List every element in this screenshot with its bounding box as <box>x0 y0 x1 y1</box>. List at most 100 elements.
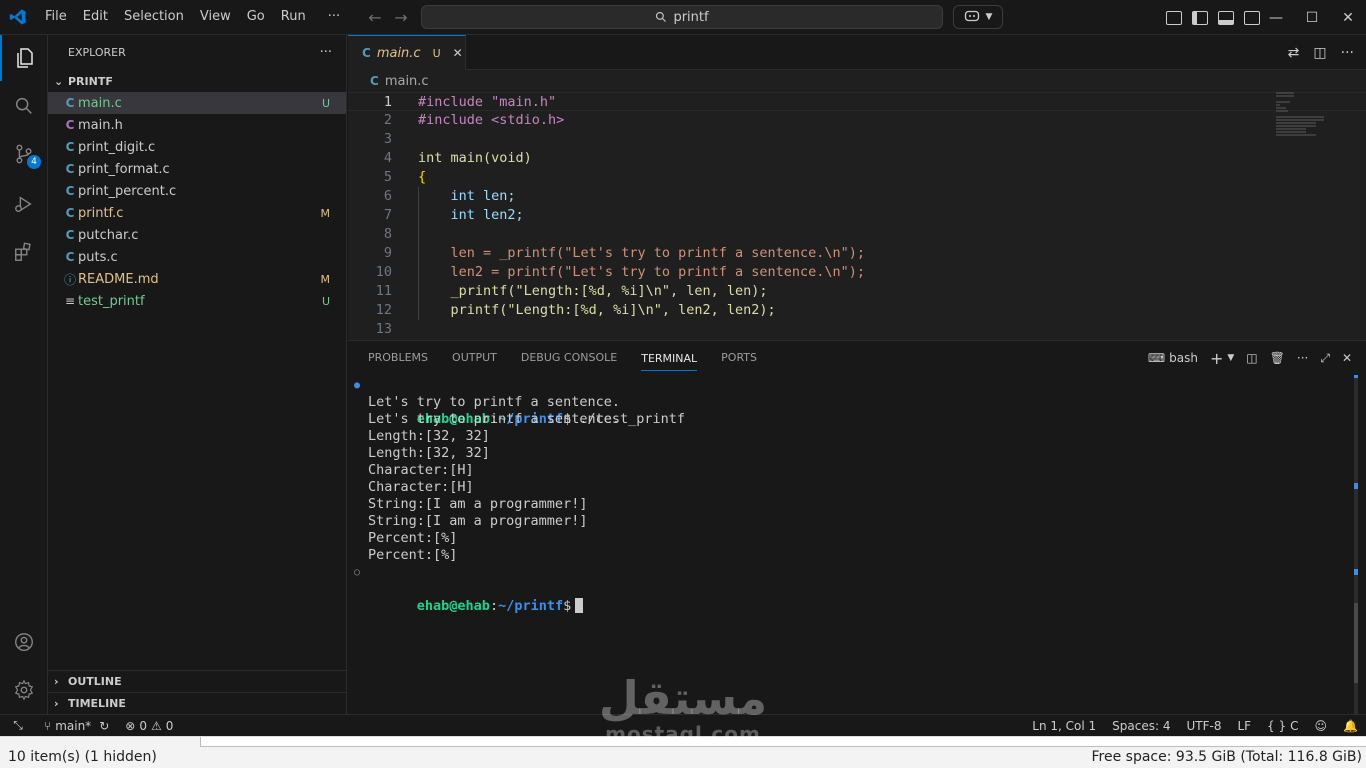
source-control-icon[interactable]: 4 <box>0 131 48 177</box>
encoding[interactable]: UTF-8 <box>1178 719 1229 733</box>
tab-main-c[interactable]: C main.c U ✕ <box>348 35 466 70</box>
timeline-section[interactable]: › TIMELINE <box>48 692 347 714</box>
chevron-down-icon[interactable]: ▼ <box>1227 353 1234 363</box>
code-text: _printf("Length:[%d, %i]\n", len, len); <box>418 283 768 299</box>
sync-icon[interactable]: ↻ <box>99 719 109 733</box>
minimap[interactable] <box>1276 91 1326 151</box>
code-text: int len; <box>418 188 516 204</box>
language-mode[interactable]: { } C <box>1259 719 1306 733</box>
cursor-position[interactable]: Ln 1, Col 1 <box>1024 719 1104 733</box>
terminal-output-line: Percent:[%] <box>368 547 458 563</box>
file-item-main-h[interactable]: C main.h <box>48 114 346 136</box>
file-item-main-c[interactable]: C main.c U <box>48 92 346 114</box>
menu-file[interactable]: File <box>37 6 75 28</box>
copilot-status-icon[interactable]: ☺ <box>1307 719 1336 733</box>
more-actions-icon[interactable]: ··· <box>1297 351 1308 365</box>
copilot-button[interactable]: ▼ <box>953 5 1003 29</box>
terminal-command-line: ● ehab@ehab:~/printf$ ./test_printf <box>354 377 685 427</box>
toggle-primary-sidebar-icon[interactable] <box>1192 10 1208 25</box>
c-file-icon: C <box>65 206 75 220</box>
file-item-test-printf[interactable]: ≡ test_printf U <box>48 290 346 312</box>
c-file-icon: C <box>362 46 371 60</box>
code-line: 6 int len; <box>348 187 1366 206</box>
nav-back-icon[interactable]: ← <box>362 8 388 27</box>
split-terminal-icon[interactable]: ◫ <box>1246 351 1257 365</box>
accounts-icon[interactable] <box>0 619 48 665</box>
c-file-icon: C <box>65 118 75 132</box>
customize-layout-icon[interactable] <box>1166 10 1182 25</box>
file-item-print-digit-c[interactable]: C print_digit.c <box>48 136 346 158</box>
menu-selection[interactable]: Selection <box>116 6 192 28</box>
tab-debug-console[interactable]: DEBUG CONSOLE <box>521 341 617 375</box>
close-icon[interactable]: ✕ <box>453 46 463 60</box>
code-editor[interactable]: 1 #include "main.h" 2 #include <stdio.h>… <box>348 92 1366 340</box>
menu-run[interactable]: Run <box>273 6 314 28</box>
line-number: 7 <box>383 207 392 223</box>
command-center-search[interactable]: printf <box>421 5 943 29</box>
tab-label: main.c <box>376 45 421 61</box>
more-actions-icon[interactable]: ··· <box>1341 45 1354 61</box>
maximize-panel-icon[interactable]: ⤢ <box>1320 351 1330 366</box>
file-item-puts-c[interactable]: C puts.c <box>48 246 346 268</box>
problems-indicator[interactable]: ⊗ 0 ⚠ 0 <box>117 719 181 733</box>
terminal-shell-label[interactable]: bash <box>1169 351 1198 365</box>
tab-ports[interactable]: PORTS <box>721 341 757 375</box>
folder-header[interactable]: ⌄ PRINTF <box>48 70 346 92</box>
menu-bar: File Edit Selection View Go Run ··· <box>37 6 348 28</box>
maximize-icon[interactable]: ☐ <box>1294 10 1330 26</box>
file-item-readme-md[interactable]: ⓘ README.md M <box>48 268 346 290</box>
editor-tabs: C main.c U ✕ ⇄ ◫ ··· <box>348 35 1366 70</box>
file-item-print-format-c[interactable]: C print_format.c <box>48 158 346 180</box>
menu-edit[interactable]: Edit <box>75 6 116 28</box>
tab-terminal[interactable]: TERMINAL <box>641 345 698 371</box>
trash-icon[interactable]: 🗑 <box>1270 351 1285 365</box>
split-editor-icon[interactable]: ◫ <box>1313 45 1326 61</box>
close-panel-icon[interactable]: ✕ <box>1342 351 1352 365</box>
git-branch-icon: ⑂ <box>44 718 52 733</box>
prompt-user: ehab@ehab <box>416 598 490 614</box>
outline-section[interactable]: › OUTLINE <box>48 670 347 692</box>
manage-gear-icon[interactable] <box>0 667 48 713</box>
c-file-icon: C <box>65 162 75 176</box>
explorer-icon[interactable] <box>0 35 48 81</box>
remote-indicator-icon[interactable]: ⤡ <box>0 718 36 733</box>
file-item-print-percent-c[interactable]: C print_percent.c <box>48 180 346 202</box>
code-text: printf("Length:[%d, %i]\n", len2, len2); <box>418 302 776 318</box>
file-item-printf-c[interactable]: C printf.c M <box>48 202 346 224</box>
editor-actions: ⇄ ◫ ··· <box>1288 35 1354 70</box>
notifications-bell-icon[interactable]: 🔔 <box>1335 719 1366 733</box>
menu-view[interactable]: View <box>192 6 239 28</box>
minimize-icon[interactable]: — <box>1258 10 1294 26</box>
code-text: { <box>418 169 427 185</box>
nav-forward-icon[interactable]: → <box>388 8 414 27</box>
tab-output[interactable]: OUTPUT <box>452 341 497 375</box>
c-file-icon: C <box>370 74 379 88</box>
command-success-dot-icon: ● <box>354 380 361 391</box>
explorer-more-icon[interactable]: ··· <box>320 45 332 60</box>
compare-changes-icon[interactable]: ⇄ <box>1288 45 1300 61</box>
line-number: 11 <box>375 283 392 299</box>
folder-name: PRINTF <box>68 74 113 88</box>
file-item-putchar-c[interactable]: C putchar.c <box>48 224 346 246</box>
terminal-cursor <box>575 598 584 613</box>
menu-more[interactable]: ··· <box>320 6 348 28</box>
search-icon[interactable] <box>0 83 48 129</box>
breadcrumb-file[interactable]: main.c <box>385 74 429 89</box>
menu-go[interactable]: Go <box>239 6 273 28</box>
indentation[interactable]: Spaces: 4 <box>1104 719 1178 733</box>
line-number: 2 <box>383 112 392 128</box>
line-number: 6 <box>383 188 392 204</box>
terminal-scrollbar[interactable] <box>1354 375 1358 715</box>
item-count: 10 item(s) (1 hidden) <box>8 749 157 765</box>
run-debug-icon[interactable] <box>0 181 48 227</box>
command-center-text: printf <box>673 9 709 25</box>
toggle-panel-icon[interactable] <box>1218 10 1234 25</box>
extensions-icon[interactable] <box>0 229 48 275</box>
new-terminal-icon[interactable]: + <box>1210 349 1223 368</box>
end-of-line[interactable]: LF <box>1229 719 1259 733</box>
free-space: Free space: 93.5 GiB (Total: 116.8 GiB) <box>1091 749 1362 765</box>
tab-problems[interactable]: PROBLEMS <box>368 341 428 375</box>
close-window-icon[interactable]: ✕ <box>1330 10 1366 26</box>
terminal[interactable]: ● ehab@ehab:~/printf$ ./test_printf Let'… <box>354 377 685 614</box>
branch-indicator[interactable]: ⑂ main* ↻ <box>36 719 117 733</box>
